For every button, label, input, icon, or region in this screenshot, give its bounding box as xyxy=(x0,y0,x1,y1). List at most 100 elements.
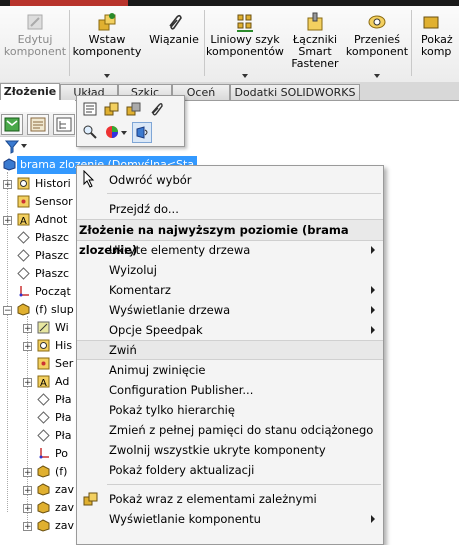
menu-separator xyxy=(107,193,381,194)
rebuild-icon[interactable] xyxy=(132,122,152,143)
expand-toggle-icon[interactable] xyxy=(3,176,12,194)
menu-item-set-lightweight[interactable]: Zmień z pełnej pamięci do stanu odciążon… xyxy=(77,420,383,440)
menu-item-speedpak-options[interactable]: Opcje Speedpak xyxy=(77,320,383,340)
property-manager-tab-icon[interactable] xyxy=(27,114,49,135)
insert-components-button[interactable]: Wstaw komponenty xyxy=(71,6,143,82)
expand-toggle-icon[interactable] xyxy=(23,500,32,518)
annotations-icon: A xyxy=(17,213,30,227)
expand-toggle-icon[interactable] xyxy=(23,320,32,338)
plane-icon xyxy=(17,267,30,280)
part-icon xyxy=(37,483,50,496)
menu-item-label: Zmień z pełnej pamięci do stanu odciążon… xyxy=(109,423,374,437)
linear-component-pattern-button[interactable]: Liniowy szyk komponentów xyxy=(206,6,284,82)
submenu-arrow-icon xyxy=(371,306,375,314)
menu-item-invert-selection[interactable]: Odwróć wybór xyxy=(77,170,383,190)
menu-section-header: Złożenie na najwyższym poziomie (brama z… xyxy=(77,219,383,257)
origin-icon xyxy=(37,447,50,460)
expand-toggle-icon[interactable] xyxy=(3,212,12,230)
insert-components-label-2: komponenty xyxy=(72,45,142,58)
origin-icon xyxy=(17,285,30,298)
tab-assembly[interactable]: Złożenie xyxy=(0,83,60,101)
menu-item-label: Wyizoluj xyxy=(109,263,157,277)
smart-fastener-icon xyxy=(305,12,325,32)
linear-pattern-label-2: komponentów xyxy=(206,45,284,58)
plane-icon xyxy=(37,429,50,442)
menu-item-hidden-tree-items[interactable]: Ukryte elementy drzewa xyxy=(77,240,383,260)
move-component-button[interactable]: Przenieś komponent xyxy=(344,6,410,82)
wi-icon xyxy=(37,321,50,334)
show-components-icon xyxy=(421,12,441,32)
menu-item-label: Zwolnij wszystkie ukryte komponenty xyxy=(109,443,326,457)
tree-item-label: Ad xyxy=(55,375,70,388)
collapse-toggle-icon[interactable] xyxy=(3,302,12,320)
paperclip-icon[interactable] xyxy=(148,101,164,117)
add-component-icon[interactable] xyxy=(126,101,142,117)
tree-item-label: Pła xyxy=(55,429,72,442)
menu-item-go-to[interactable]: Przejdź do... xyxy=(77,199,383,219)
configuration-manager-tab-icon[interactable] xyxy=(53,114,75,135)
menu-item-isolate[interactable]: Wyizoluj xyxy=(77,260,383,280)
menu-item-label: Komentarz xyxy=(109,283,171,297)
move-component-icon xyxy=(367,12,387,32)
menu-item-show-update-folders[interactable]: Pokaż foldery aktualizacji xyxy=(77,460,383,480)
chevron-down-icon[interactable] xyxy=(121,131,127,135)
history-icon xyxy=(37,339,50,352)
menu-item-label: Pokaż wraz z elementami zależnymi xyxy=(109,492,317,506)
components-icon xyxy=(83,491,99,507)
menu-item-label: Configuration Publisher... xyxy=(109,383,254,397)
tree-item-label: Wi xyxy=(55,321,69,334)
plane-icon xyxy=(17,249,30,262)
insert-component-icon[interactable] xyxy=(104,101,120,117)
expand-toggle-icon[interactable] xyxy=(23,518,32,536)
show-hidden-components-button[interactable]: Pokaż komp xyxy=(413,6,459,82)
mate-button[interactable]: Wiązanie xyxy=(145,6,203,82)
tab-addins[interactable]: Dodatki SOLIDWORKS xyxy=(230,84,360,100)
expand-toggle-icon[interactable] xyxy=(23,464,32,482)
part-icon xyxy=(37,501,50,514)
chevron-down-icon[interactable] xyxy=(104,74,110,78)
menu-item-label: Animuj zwinięcie xyxy=(109,363,206,377)
menu-item-tree-display[interactable]: Wyświetlanie drzewa xyxy=(77,300,383,320)
tree-item-label: Ser xyxy=(55,357,74,370)
expand-toggle-icon[interactable] xyxy=(23,338,32,356)
svg-text:A: A xyxy=(40,378,47,388)
show-components-label-2: komp xyxy=(421,45,452,58)
edit-component-icon xyxy=(25,12,45,32)
appearance-icon[interactable] xyxy=(104,124,120,140)
menu-item-show-with-dependents[interactable]: Pokaż wraz z elementami zależnymi xyxy=(77,489,383,509)
smart-fasteners-label-3: Fastener xyxy=(291,57,339,70)
ribbon-separator xyxy=(69,10,70,76)
panel-tabs xyxy=(0,112,75,137)
menu-item-component-display[interactable]: Wyświetlanie komponentu xyxy=(77,509,383,529)
expand-toggle-icon[interactable] xyxy=(23,482,32,500)
tree-item-label: Sensor xyxy=(35,195,73,208)
annotations-icon: A xyxy=(37,375,50,389)
properties-icon[interactable] xyxy=(82,101,98,117)
linear-pattern-icon xyxy=(235,12,255,32)
expand-toggle-icon[interactable] xyxy=(23,374,32,392)
sensor-icon xyxy=(17,195,30,208)
chevron-down-icon[interactable] xyxy=(242,74,248,78)
smart-fasteners-button[interactable]: Łączniki Smart Fastener xyxy=(286,6,344,82)
menu-item-comment[interactable]: Komentarz xyxy=(77,280,383,300)
filter-icon[interactable] xyxy=(4,139,28,155)
menu-item-configuration-publisher[interactable]: Configuration Publisher... xyxy=(77,380,383,400)
tree-item-label: His xyxy=(55,339,73,352)
part-icon xyxy=(37,519,50,532)
plane-icon xyxy=(37,393,50,406)
tree-filter[interactable] xyxy=(0,137,75,155)
tree-item-label: Począt xyxy=(35,285,71,298)
feature-tree-tab-icon[interactable] xyxy=(1,114,23,135)
tree-item-label: Adnot xyxy=(35,213,68,226)
menu-item-collapse[interactable]: Zwiń xyxy=(77,340,383,360)
menu-item-release-hidden-components[interactable]: Zwolnij wszystkie ukryte komponenty xyxy=(77,440,383,460)
menu-item-label: Wyświetlanie komponentu xyxy=(109,512,261,526)
chevron-down-icon[interactable] xyxy=(374,74,380,78)
command-manager-ribbon: Edytuj komponent Wstaw komponenty Wiązan… xyxy=(0,6,459,83)
menu-item-label: Pokaż tylko hierarchię xyxy=(109,403,235,417)
zoom-to-selection-icon[interactable] xyxy=(82,124,98,140)
command-tabs: Złożenie Układ Szkic Oceń Dodatki SOLIDW… xyxy=(0,82,459,101)
menu-item-show-hierarchy-only[interactable]: Pokaż tylko hierarchię xyxy=(77,400,383,420)
edit-component-button[interactable]: Edytuj komponent xyxy=(2,6,68,82)
menu-item-animate-collapse[interactable]: Animuj zwinięcie xyxy=(77,360,383,380)
